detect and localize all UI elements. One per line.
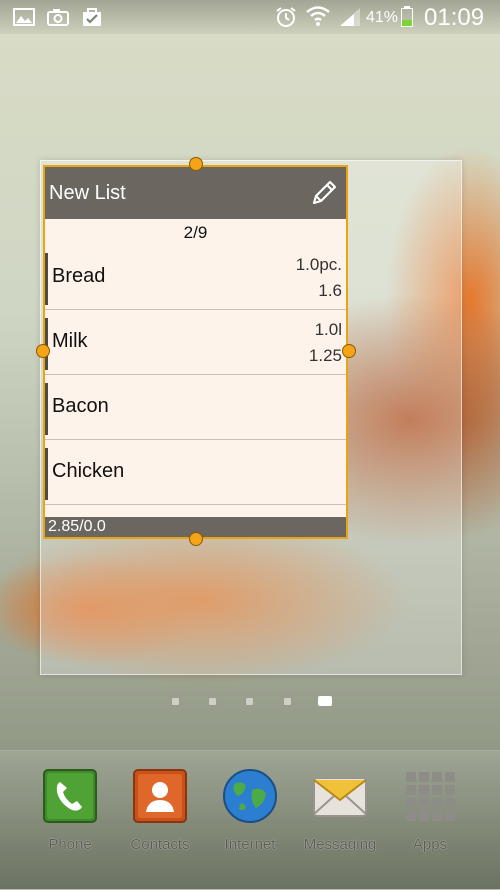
item-name: Bacon: [52, 395, 109, 417]
edit-pencil-icon[interactable]: [308, 177, 340, 209]
resize-handle-bottom[interactable]: [189, 532, 203, 546]
clock: 01:09: [424, 4, 485, 31]
item-name: Bread: [52, 265, 106, 287]
page-dot[interactable]: [171, 697, 180, 706]
item-name: Milk: [52, 330, 88, 352]
battery-icon: [399, 6, 415, 28]
contacts-icon: [133, 769, 187, 823]
resize-handle-left[interactable]: [36, 344, 50, 358]
status-bar[interactable]: 41% 01:09: [0, 0, 500, 34]
camera-icon: [47, 9, 69, 26]
dock-apps[interactable]: Apps: [385, 768, 475, 863]
item-price: 1.6: [318, 281, 342, 300]
page-dot[interactable]: [318, 696, 332, 706]
item-price: 1.25: [308, 346, 342, 365]
shopping-list-widget[interactable]: New List 2/9 Bread 1.0pc. 1.6 Milk 1.0l …: [43, 165, 348, 539]
wifi-icon: [306, 6, 330, 26]
list-item[interactable]: Bacon: [45, 375, 346, 440]
shopping-bag-icon: [83, 8, 101, 26]
dock-label: Phone: [48, 836, 92, 853]
dock-internet[interactable]: Internet: [205, 768, 295, 863]
dock-messaging[interactable]: Messaging: [295, 768, 385, 863]
widget-header: New List: [45, 167, 346, 219]
page-indicator: 2/9: [183, 223, 208, 242]
list-item[interactable]: Bread 1.0pc. 1.6: [45, 245, 346, 310]
apps-grid-icon: [406, 772, 455, 821]
resize-handle-right[interactable]: [342, 344, 356, 358]
dock-label: Internet: [224, 836, 276, 853]
page-dot[interactable]: [208, 697, 217, 706]
envelope-icon: [313, 777, 367, 817]
signal-icon: [340, 8, 360, 26]
gallery-icon: [13, 8, 35, 26]
item-marker: [45, 448, 48, 500]
globe-icon: [223, 769, 277, 823]
battery-percent: 41%: [366, 9, 399, 26]
item-quantity: 1.0pc.: [295, 255, 342, 274]
item-marker: [45, 253, 48, 305]
item-quantity: 1.0l: [314, 320, 342, 339]
phone-icon: [43, 769, 97, 823]
list-item[interactable]: Chicken: [45, 440, 346, 505]
item-marker: [45, 383, 48, 435]
dock-phone[interactable]: Phone: [25, 768, 115, 863]
list-item[interactable]: Milk 1.0l 1.25: [45, 310, 346, 375]
resize-handle-top[interactable]: [189, 157, 203, 171]
page-dot[interactable]: [245, 697, 254, 706]
dock-label: Apps: [412, 836, 448, 853]
dock-label: Contacts: [130, 836, 190, 853]
list-total: 2.85/0.0: [48, 518, 106, 535]
dock-label: Messaging: [303, 836, 377, 853]
dock-contacts[interactable]: Contacts: [115, 768, 205, 863]
item-name: Chicken: [52, 460, 125, 482]
list-title: New List: [49, 182, 126, 204]
battery-level: [402, 20, 412, 26]
alarm-icon: [276, 7, 296, 27]
page-dot[interactable]: [283, 697, 292, 706]
